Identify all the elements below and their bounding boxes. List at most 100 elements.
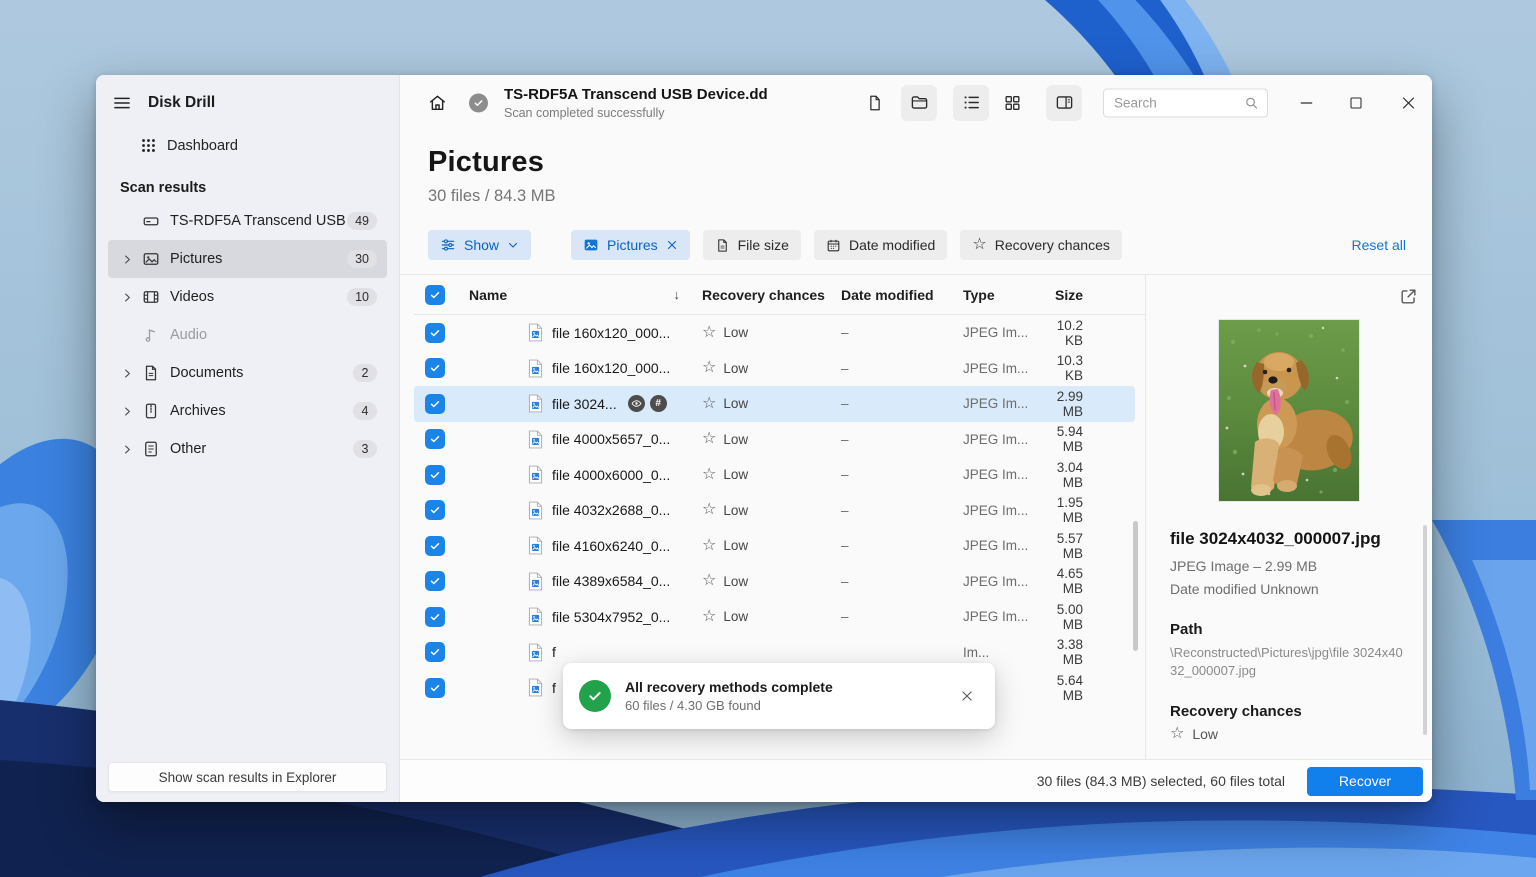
dashboard-grid-icon (140, 137, 157, 154)
file-type-value: JPEG Im... (963, 396, 1038, 411)
search-input[interactable] (1114, 95, 1244, 110)
row-checkbox[interactable] (425, 607, 445, 627)
chevron-right-icon[interactable] (122, 292, 138, 303)
column-recovery-chances[interactable]: Recovery chances (694, 287, 834, 303)
file-name: file 4389x6584_0... (552, 573, 670, 589)
sidebar-item-badge: 49 (347, 212, 377, 230)
file-name: file 160x120_000... (552, 325, 670, 341)
calendar-icon (826, 238, 841, 253)
table-row[interactable]: file 160x120_000... ☆ Low – JPEG Im... 1… (414, 351, 1135, 387)
table-row[interactable]: file 5304x7952_0... ☆ Low – JPEG Im... 5… (414, 599, 1135, 635)
detail-scrollbar[interactable] (1423, 525, 1427, 735)
table-row[interactable]: file 3024... # ☆ Low – JPEG Im... 2.99 M… (414, 386, 1135, 422)
sidebar-item-badge: 30 (347, 250, 377, 268)
column-size[interactable]: Size (1038, 287, 1119, 303)
hamburger-menu-icon[interactable] (112, 93, 132, 113)
image-file-icon (528, 678, 543, 697)
toast-title: All recovery methods complete (625, 679, 941, 695)
sidebar-item[interactable]: Videos 10 (108, 278, 387, 316)
table-row[interactable]: file 4389x6584_0... ☆ Low – JPEG Im... 4… (414, 564, 1135, 600)
sidebar-item[interactable]: Audio (108, 316, 387, 354)
table-row[interactable]: file 4000x5657_0... ☆ Low – JPEG Im... 5… (414, 422, 1135, 458)
sidebar-item[interactable]: TS-RDF5A Transcend USB D... 49 (108, 202, 387, 240)
select-all-checkbox[interactable] (425, 285, 445, 305)
sidebar-item[interactable]: Archives 4 (108, 392, 387, 430)
file-name: file 4000x6000_0... (552, 467, 670, 483)
home-button[interactable] (428, 93, 447, 112)
sidebar-item-dashboard[interactable]: Dashboard (126, 127, 387, 164)
sidebar-item-label: Other (170, 441, 353, 457)
sidebar-item[interactable]: Other 3 (108, 430, 387, 468)
table-row[interactable]: file 160x120_000... ☆ Low – JPEG Im... 1… (414, 315, 1135, 351)
show-in-explorer-button[interactable]: Show scan results in Explorer (108, 762, 387, 792)
row-checkbox[interactable] (425, 500, 445, 520)
sidebar-item[interactable]: Pictures 30 (108, 240, 387, 278)
scan-title-block: TS-RDF5A Transcend USB Device.dd Scan co… (504, 86, 768, 120)
table-row[interactable]: file 4160x6240_0... ☆ Low – JPEG Im... 5… (414, 528, 1135, 564)
scan-results-section-label: Scan results (96, 164, 399, 202)
list-view-button[interactable] (953, 85, 989, 121)
search-icon (1244, 95, 1259, 110)
sidebar-item-icon (142, 440, 160, 458)
file-size-filter-button[interactable]: File size (703, 230, 801, 260)
file-type-value: JPEG Im... (963, 432, 1038, 447)
row-checkbox[interactable] (425, 571, 445, 591)
show-filter-button[interactable]: Show (428, 230, 531, 260)
chevron-right-icon[interactable] (122, 406, 138, 417)
image-file-icon (528, 465, 543, 484)
search-field[interactable] (1103, 88, 1268, 117)
row-checkbox[interactable] (425, 394, 445, 414)
maximize-button[interactable] (1348, 95, 1364, 111)
recovery-chance-value: Low (723, 503, 748, 518)
table-row[interactable]: file 4000x6000_0... ☆ Low – JPEG Im... 3… (414, 457, 1135, 493)
sidebar-item-icon (142, 212, 160, 230)
column-date-modified[interactable]: Date modified (834, 287, 963, 303)
reset-all-link[interactable]: Reset all (1352, 237, 1408, 253)
detail-panel: file 3024x4032_000007.jpg JPEG Image – 2… (1145, 275, 1432, 759)
open-preview-icon[interactable] (1399, 287, 1418, 306)
panel-toggle-button[interactable] (1046, 85, 1082, 121)
recovery-chances-filter-button[interactable]: ☆ Recovery chances (960, 230, 1122, 260)
row-checkbox[interactable] (425, 358, 445, 378)
detail-recovery-value-row: ☆ Low (1170, 726, 1408, 742)
chevron-right-icon[interactable] (122, 254, 138, 265)
selection-summary: 30 files (84.3 MB) selected, 60 files to… (1037, 773, 1285, 789)
chevron-right-icon[interactable] (122, 444, 138, 455)
star-icon: ☆ (1170, 726, 1184, 742)
sidebar-item[interactable]: Documents 2 (108, 354, 387, 392)
page-title: Pictures (428, 146, 1404, 179)
row-checkbox[interactable] (425, 678, 445, 698)
star-icon: ☆ (702, 538, 716, 554)
column-name[interactable]: Name ↓ (458, 287, 694, 303)
row-checkbox[interactable] (425, 429, 445, 449)
file-view-button[interactable] (866, 94, 884, 112)
remove-filter-icon[interactable] (666, 239, 678, 251)
row-checkbox[interactable] (425, 323, 445, 343)
table-scrollbar[interactable] (1133, 521, 1138, 651)
recover-button[interactable]: Recover (1307, 767, 1423, 796)
detail-meta: JPEG Image – 2.99 MB (1170, 558, 1408, 574)
date-modified-value: – (834, 574, 963, 589)
grid-view-button[interactable] (1003, 93, 1022, 112)
toast-close-icon[interactable] (955, 684, 979, 708)
date-modified-filter-button[interactable]: Date modified (814, 230, 947, 260)
pictures-filter-chip[interactable]: Pictures (571, 230, 690, 260)
preview-eye-badge-icon (628, 395, 645, 412)
pictures-icon (583, 237, 599, 253)
close-button[interactable] (1400, 94, 1417, 111)
row-checkbox[interactable] (425, 465, 445, 485)
folder-view-button[interactable] (901, 85, 937, 121)
row-badges: # (628, 395, 667, 412)
detail-recovery-value: Low (1192, 726, 1218, 742)
row-checkbox[interactable] (425, 642, 445, 662)
row-checkbox[interactable] (425, 536, 445, 556)
star-icon: ☆ (702, 502, 716, 518)
date-modified-value: – (834, 432, 963, 447)
minimize-button[interactable] (1298, 94, 1315, 111)
column-type[interactable]: Type (963, 287, 1038, 303)
date-modified-filter-label: Date modified (849, 237, 935, 253)
file-name: f (552, 644, 556, 660)
table-row[interactable]: file 4032x2688_0... ☆ Low – JPEG Im... 1… (414, 493, 1135, 529)
chevron-right-icon[interactable] (122, 368, 138, 379)
sidebar-item-badge: 2 (353, 364, 377, 382)
